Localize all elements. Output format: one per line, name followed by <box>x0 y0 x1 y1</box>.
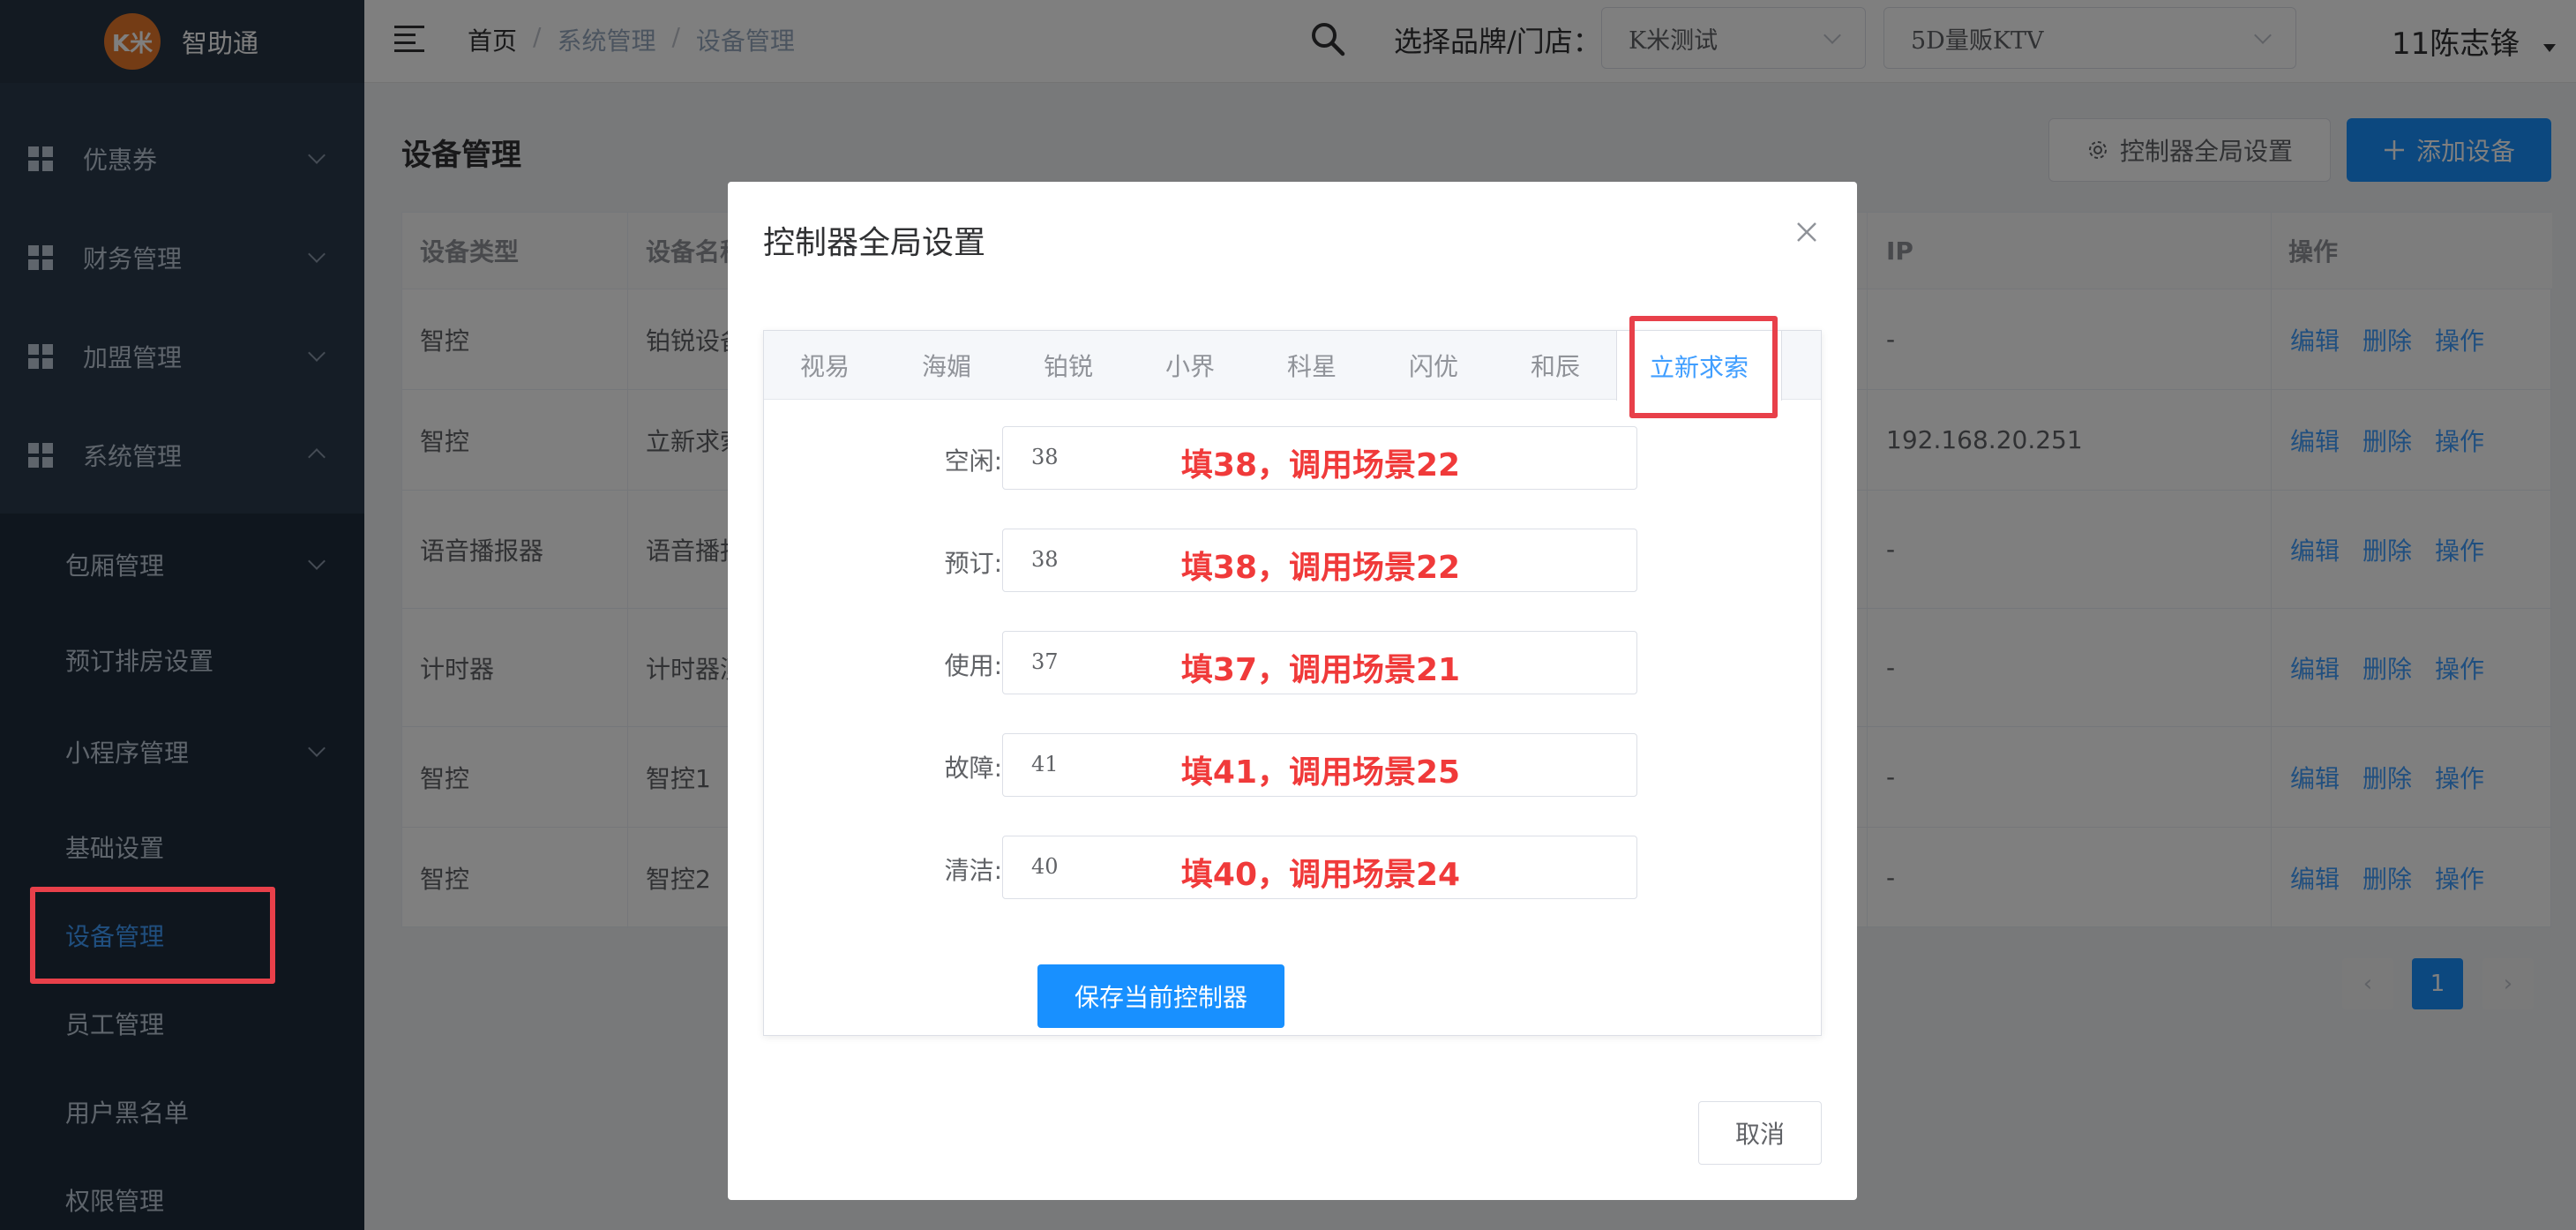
annotation-text: 填41，调用场景25 <box>1180 754 1461 791</box>
form-row-in-use: 使用: 37 填37，调用场景21 <box>764 631 1823 694</box>
annotation-text: 填40，调用场景24 <box>1180 857 1461 893</box>
close-icon[interactable] <box>1793 219 1820 245</box>
highlight-box-device-menu <box>30 887 275 984</box>
annotation-text: 填38，调用场景22 <box>1180 550 1461 586</box>
form-row-cleaning: 清洁: 40 填40，调用场景24 <box>764 836 1823 899</box>
field-label: 预订: <box>944 549 1002 578</box>
form-row-fault: 故障: 41 填41，调用场景25 <box>764 733 1823 797</box>
global-settings-dialog: 控制器全局设置 视易 海媚 铂锐 小界 科星 闪优 和辰 立新求索 空闲: 38… <box>728 182 1857 1200</box>
cleaning-input[interactable]: 40 填40，调用场景24 <box>1002 836 1637 899</box>
in-use-input[interactable]: 37 填37，调用场景21 <box>1002 631 1637 694</box>
form-row-idle: 空闲: 38 填38，调用场景22 <box>764 426 1823 490</box>
tab-kexing[interactable]: 科星 <box>1251 331 1373 400</box>
dialog-title: 控制器全局设置 <box>763 225 986 261</box>
tab-shiyi[interactable]: 视易 <box>764 331 886 400</box>
tab-xiaojie[interactable]: 小界 <box>1129 331 1251 400</box>
idle-input[interactable]: 38 填38，调用场景22 <box>1002 426 1637 490</box>
cancel-button[interactable]: 取消 <box>1698 1101 1822 1165</box>
tab-borui[interactable]: 铂锐 <box>1007 331 1129 400</box>
form-row-reserved: 预订: 38 填38，调用场景22 <box>764 529 1823 592</box>
annotation-text: 填38，调用场景22 <box>1180 447 1461 484</box>
annotation-text: 填37，调用场景21 <box>1180 652 1461 688</box>
tab-shanyou[interactable]: 闪优 <box>1373 331 1494 400</box>
save-controller-button[interactable]: 保存当前控制器 <box>1037 964 1284 1028</box>
field-label: 空闲: <box>944 446 1002 476</box>
highlight-box-active-tab <box>1629 316 1778 418</box>
field-label: 故障: <box>944 754 1002 783</box>
tab-hechen[interactable]: 和辰 <box>1494 331 1616 400</box>
tab-haimei[interactable]: 海媚 <box>886 331 1007 400</box>
field-label: 使用: <box>944 651 1002 680</box>
field-label: 清洁: <box>944 856 1002 885</box>
reserved-input[interactable]: 38 填38，调用场景22 <box>1002 529 1637 592</box>
fault-input[interactable]: 41 填41，调用场景25 <box>1002 733 1637 797</box>
controller-tabs: 视易 海媚 铂锐 小界 科星 闪优 和辰 立新求索 空闲: 38 填38，调用场… <box>763 330 1822 1036</box>
